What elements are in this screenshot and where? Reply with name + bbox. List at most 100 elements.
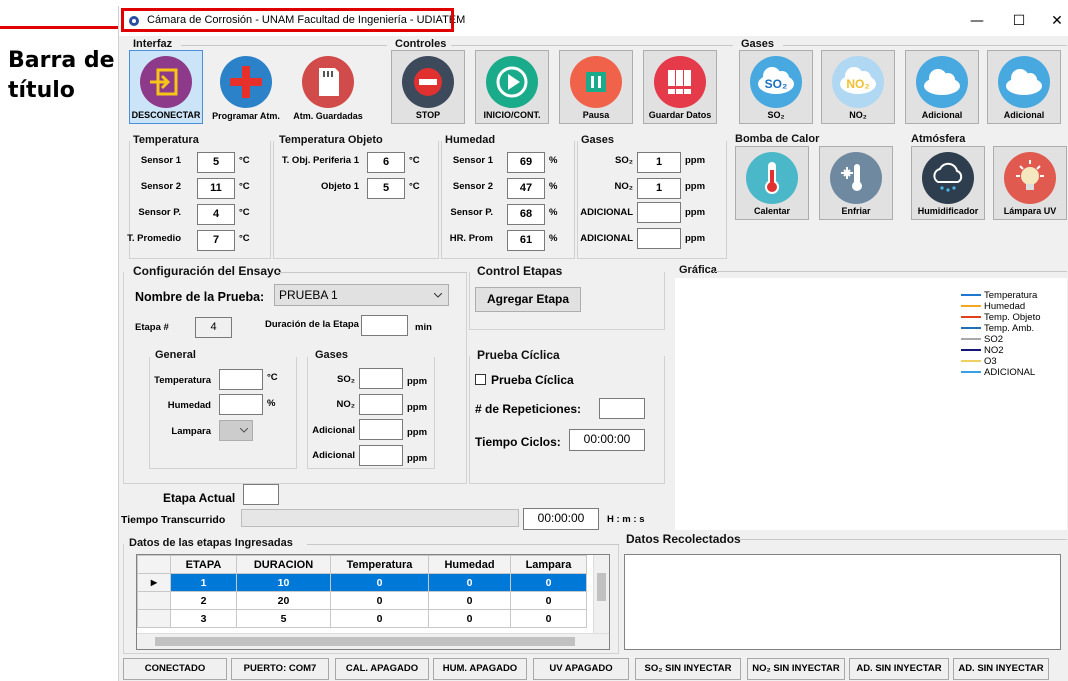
- pause-label: Pausa: [582, 110, 610, 120]
- start-continue-button[interactable]: INICIO/CONT.: [475, 50, 549, 124]
- save-data-button[interactable]: Guardar Datos: [643, 50, 717, 124]
- cycle-time-label: Tiempo Ciclos:: [475, 435, 561, 449]
- exit-icon: [140, 56, 192, 108]
- group-controles-title: Controles: [395, 38, 447, 50]
- column-header[interactable]: Lampara: [510, 555, 587, 574]
- column-header[interactable]: DURACION: [236, 555, 331, 574]
- table-cell[interactable]: 0: [428, 573, 511, 592]
- gas-ad2-reading-unit: ppm: [685, 233, 706, 244]
- legend-swatch: [961, 305, 981, 308]
- status-additional-2: AD. SIN INYECTAR: [953, 658, 1049, 680]
- general-hum-input[interactable]: [219, 394, 263, 415]
- table-cell[interactable]: 0: [510, 591, 587, 610]
- cfg-ad2-input[interactable]: [359, 445, 403, 466]
- test-name-select[interactable]: PRUEBA 1: [274, 284, 449, 306]
- legend-item: Temp. Objeto: [961, 312, 1041, 323]
- cfg-ad1-input[interactable]: [359, 419, 403, 440]
- gas-additional-1-button[interactable]: Adicional: [905, 50, 979, 124]
- horizontal-scrollbar[interactable]: [137, 633, 609, 649]
- table-cell[interactable]: 10: [236, 573, 331, 592]
- gas-so2-button[interactable]: SO₂ SO₂: [739, 50, 813, 124]
- cycle-time-input[interactable]: 00:00:00: [569, 429, 645, 451]
- column-header[interactable]: Humedad: [428, 555, 511, 574]
- divider: [783, 45, 1067, 46]
- status-port: PUERTO: COM7: [231, 658, 329, 680]
- cfg-no2-label: NO₂: [336, 399, 355, 410]
- minimize-button[interactable]: —: [957, 8, 997, 34]
- legend-swatch: [961, 327, 981, 330]
- legend-swatch: [961, 371, 981, 374]
- stages-table[interactable]: ETAPA DURACION Temperatura Humedad Lampa…: [136, 554, 610, 650]
- gas-so2-reading-unit: ppm: [685, 155, 706, 166]
- uv-lamp-button[interactable]: Lámpara UV: [993, 146, 1067, 220]
- temp-promedio-label: T. Promedio: [127, 233, 181, 244]
- heat-button[interactable]: Calentar: [735, 146, 809, 220]
- table-cell[interactable]: 0: [428, 609, 511, 628]
- legend-swatch: [961, 349, 981, 352]
- table-row[interactable]: ▶ 1 10 0 0 0: [137, 573, 587, 592]
- general-lampara-label: Lampara: [171, 426, 211, 437]
- gas-no2-reading-unit: ppm: [685, 181, 706, 192]
- stage-duration-input[interactable]: [361, 315, 408, 336]
- temp-sensorp-unit: °C: [239, 207, 250, 218]
- group-gases-title: Gases: [741, 38, 775, 50]
- table-cell[interactable]: 0: [510, 609, 587, 628]
- table-cell[interactable]: 0: [428, 591, 511, 610]
- scrollbar-thumb[interactable]: [597, 573, 606, 601]
- scrollbar-thumb[interactable]: [155, 637, 575, 646]
- collected-data-textarea[interactable]: [624, 554, 1061, 650]
- saved-atm-button[interactable]: Atm. Guardadas: [291, 50, 365, 124]
- table-cell[interactable]: 0: [330, 591, 429, 610]
- temp-sensor2-unit: °C: [239, 181, 250, 192]
- table-row[interactable]: 3 5 0 0 0: [137, 609, 587, 628]
- general-lampara-select[interactable]: [219, 420, 253, 441]
- legend-item: Temp. Amb.: [961, 323, 1034, 334]
- table-cell[interactable]: 3: [170, 609, 237, 628]
- cool-button[interactable]: Enfriar: [819, 146, 893, 220]
- column-header[interactable]: Temperatura: [330, 555, 429, 574]
- table-cell[interactable]: 1: [170, 573, 237, 592]
- gas-additional-2-button[interactable]: Adicional: [987, 50, 1061, 124]
- row-indicator-icon: ▶: [137, 573, 171, 592]
- program-atm-button[interactable]: Programar Atm.: [209, 50, 283, 124]
- table-cell[interactable]: 20: [236, 591, 331, 610]
- maximize-button[interactable]: ☐: [999, 8, 1039, 34]
- table-row[interactable]: 2 20 0 0 0: [137, 591, 587, 610]
- humidifier-label: Humidificador: [917, 206, 979, 216]
- cyclic-test-checkbox[interactable]: [475, 374, 486, 385]
- annotation-arrow-line: [0, 26, 118, 29]
- cfg-so2-label: SO₂: [337, 374, 355, 385]
- snowflake-thermometer-icon: [830, 152, 882, 204]
- pause-button[interactable]: Pausa: [559, 50, 633, 124]
- close-button[interactable]: ✕: [1037, 8, 1068, 34]
- cfg-no2-input[interactable]: [359, 394, 403, 415]
- table-cell[interactable]: 2: [170, 591, 237, 610]
- repetitions-input[interactable]: [599, 398, 645, 419]
- disconnect-button[interactable]: DESCONECTAR: [129, 50, 203, 124]
- humidifier-button[interactable]: Humidificador: [911, 146, 985, 220]
- general-hum-unit: %: [267, 398, 276, 409]
- table-cell[interactable]: 0: [330, 573, 429, 592]
- legend-item: ADICIONAL: [961, 367, 1035, 378]
- status-additional-1: AD. SIN INYECTAR: [849, 658, 949, 680]
- table-cell[interactable]: 0: [510, 573, 587, 592]
- stage-duration-unit: min: [415, 322, 432, 333]
- column-header[interactable]: ETAPA: [170, 555, 237, 574]
- gas-no2-button[interactable]: NO₂ NO₂: [821, 50, 895, 124]
- table-cell[interactable]: 0: [330, 609, 429, 628]
- legend-label: Temp. Amb.: [984, 323, 1035, 334]
- uv-lamp-label: Lámpara UV: [1003, 206, 1057, 216]
- add-stage-button[interactable]: Agregar Etapa: [475, 287, 581, 312]
- legend-swatch: [961, 338, 981, 341]
- legend-label: ADICIONAL: [984, 367, 1036, 378]
- cfg-ad1-label: Adicional: [312, 425, 355, 436]
- divider: [715, 271, 1067, 272]
- rain-cloud-icon: [922, 152, 974, 204]
- gas-ad1-reading-unit: ppm: [685, 207, 706, 218]
- table-cell[interactable]: 5: [236, 609, 331, 628]
- cfg-ad1-unit: ppm: [407, 427, 428, 438]
- cfg-so2-input[interactable]: [359, 368, 403, 389]
- general-temp-input[interactable]: [219, 369, 263, 390]
- stop-button[interactable]: STOP: [391, 50, 465, 124]
- vertical-scrollbar[interactable]: [593, 555, 609, 633]
